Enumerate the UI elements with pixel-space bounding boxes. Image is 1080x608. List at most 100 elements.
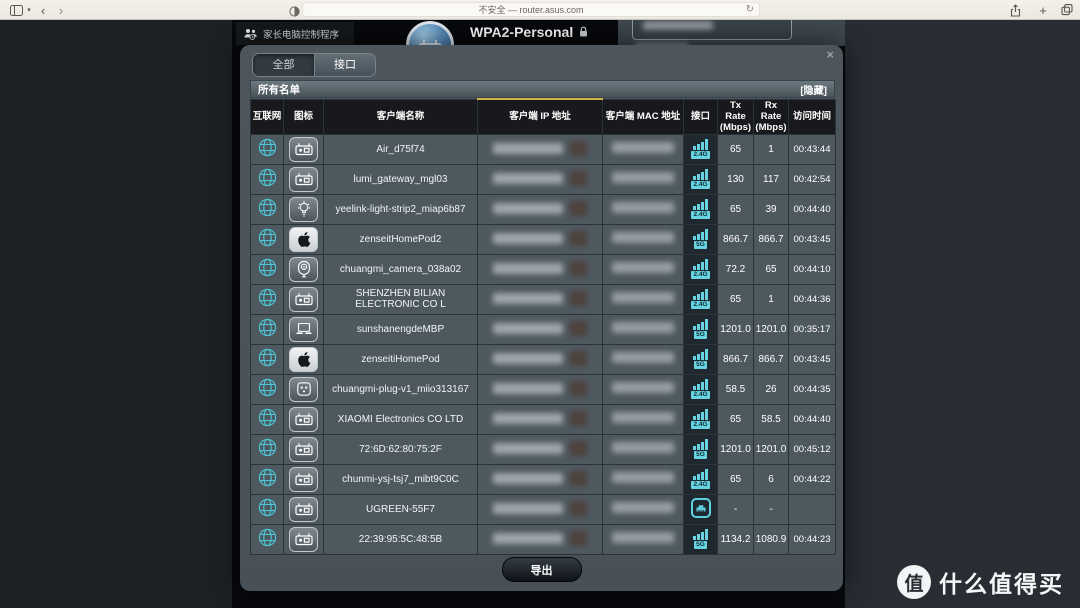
wifi-signal-icon: 5G xyxy=(688,349,714,369)
client-row[interactable]: zenseitiHomePod5G866.7866.700:43:45 xyxy=(251,344,836,374)
wired-lan-icon xyxy=(690,497,712,519)
reload-icon[interactable]: ↻ xyxy=(746,4,754,15)
lock-icon xyxy=(578,26,589,38)
ip-mode-badge-redacted xyxy=(570,201,587,216)
client-ip-redacted xyxy=(493,383,563,394)
signal-bars xyxy=(693,409,708,420)
privacy-shield-icon[interactable] xyxy=(289,4,300,15)
client-row[interactable]: chuangmi_camera_038a022.4G72.26500:44:10 xyxy=(251,254,836,284)
wifi-signal-icon: 2.4G xyxy=(688,199,714,219)
signal-bars xyxy=(693,289,708,300)
close-icon[interactable]: × xyxy=(826,47,834,62)
apple-icon xyxy=(289,227,318,252)
client-mac-redacted xyxy=(612,352,674,363)
col-client-ip[interactable]: 客户端 IP 地址 xyxy=(478,99,603,134)
client-mac-cell xyxy=(603,434,684,464)
url-bar[interactable]: 不安全 — router.asus.com ↻ xyxy=(302,2,760,17)
col-client-name[interactable]: 客户端名称 xyxy=(324,99,478,134)
client-row[interactable]: UGREEN-55F7-- xyxy=(251,494,836,524)
client-ip-redacted xyxy=(493,443,563,454)
client-mac-redacted xyxy=(612,202,674,213)
globe-icon[interactable] xyxy=(257,227,278,248)
client-mac-redacted xyxy=(612,412,674,423)
access-time: 00:44:40 xyxy=(789,404,836,434)
access-time: 00:43:44 xyxy=(789,134,836,164)
wifi-signal-icon: 2.4G xyxy=(688,259,714,279)
client-row[interactable]: lumi_gateway_mgl032.4G13011700:42:54 xyxy=(251,164,836,194)
globe-icon[interactable] xyxy=(257,287,278,308)
share-icon[interactable] xyxy=(1008,0,1022,20)
internet-cell xyxy=(251,284,284,314)
client-row[interactable]: yeelink-light-strip2_miap6b872.4G653900:… xyxy=(251,194,836,224)
interface-cell: 5G xyxy=(684,524,718,554)
band-badge: 2.4G xyxy=(691,271,709,279)
client-row[interactable]: Air_d75f742.4G65100:43:44 xyxy=(251,134,836,164)
band-badge: 5G xyxy=(694,451,707,459)
tx-rate: 1201.0 xyxy=(718,314,754,344)
section-title: 所有名单 xyxy=(258,82,300,97)
col-rx-rate[interactable]: Rx Rate (Mbps) xyxy=(754,99,789,134)
globe-icon[interactable] xyxy=(257,497,278,518)
col-access-time[interactable]: 访问时间 xyxy=(789,99,836,134)
client-name: XIAOMI Electronics CO LTD xyxy=(324,404,478,434)
client-mac-cell xyxy=(603,524,684,554)
client-row[interactable]: chuangmi-plug-v1_miio3131672.4G58.52600:… xyxy=(251,374,836,404)
signal-bars xyxy=(693,169,708,180)
client-row[interactable]: XIAOMI Electronics CO LTD2.4G6558.500:44… xyxy=(251,404,836,434)
client-row[interactable]: 22:39:95:5C:48:5B5G1134.21080.900:44:23 xyxy=(251,524,836,554)
globe-icon[interactable] xyxy=(257,317,278,338)
client-mac-redacted xyxy=(612,442,674,453)
tab-overview-icon[interactable] xyxy=(1060,0,1074,20)
client-row[interactable]: zenseitHomePod25G866.7866.700:43:45 xyxy=(251,224,836,254)
client-mac-cell xyxy=(603,314,684,344)
page-margin-left xyxy=(0,20,232,608)
client-row[interactable]: SHENZHEN BILIAN ELECTRONIC CO L2.4G65100… xyxy=(251,284,836,314)
globe-icon[interactable] xyxy=(257,257,278,278)
device-icon-cell xyxy=(284,404,324,434)
globe-icon[interactable] xyxy=(257,137,278,158)
sidebar-icon[interactable] xyxy=(8,0,24,20)
rx-rate: 1080.9 xyxy=(754,524,789,554)
rx-rate: 1201.0 xyxy=(754,314,789,344)
wifi-signal-icon: 2.4G xyxy=(688,289,714,309)
forward-button[interactable]: › xyxy=(54,0,68,20)
client-ip-redacted xyxy=(493,263,563,274)
client-ip-redacted xyxy=(493,473,563,484)
tab-interface[interactable]: 接口 xyxy=(314,54,375,76)
client-ip-redacted xyxy=(493,413,563,424)
access-time: 00:43:45 xyxy=(789,344,836,374)
client-ip-cell xyxy=(478,344,603,374)
client-row[interactable]: 72:6D:62:80:75:2F5G1201.01201.000:45:12 xyxy=(251,434,836,464)
globe-icon[interactable] xyxy=(257,467,278,488)
client-mac-redacted xyxy=(612,322,674,333)
client-mac-cell xyxy=(603,404,684,434)
client-row[interactable]: sunshanengdeMBP5G1201.01201.000:35:17 xyxy=(251,314,836,344)
back-button[interactable]: ‹ xyxy=(36,0,50,20)
client-name: chunmi-ysj-tsj7_mibt9C0C xyxy=(324,464,478,494)
table-header-row: 互联网 图标 客户端名称 客户端 IP 地址 客户端 MAC 地址 接口 Tx … xyxy=(251,99,836,134)
col-tx-rate[interactable]: Tx Rate (Mbps) xyxy=(718,99,754,134)
globe-icon[interactable] xyxy=(257,197,278,218)
globe-icon[interactable] xyxy=(257,167,278,188)
internet-cell xyxy=(251,344,284,374)
ip-mode-badge-redacted xyxy=(570,471,587,486)
client-table: 互联网 图标 客户端名称 客户端 IP 地址 客户端 MAC 地址 接口 Tx … xyxy=(250,98,836,555)
ip-mode-badge-redacted xyxy=(570,261,587,276)
export-button[interactable]: 导出 xyxy=(502,557,582,582)
tab-all[interactable]: 全部 xyxy=(253,54,314,76)
interface-cell: 2.4G xyxy=(684,404,718,434)
client-row[interactable]: chunmi-ysj-tsj7_mibt9C0C2.4G65600:44:22 xyxy=(251,464,836,494)
col-client-mac[interactable]: 客户端 MAC 地址 xyxy=(603,99,684,134)
globe-icon[interactable] xyxy=(257,527,278,548)
rx-rate: 1 xyxy=(754,284,789,314)
browser-toolbar: ▾ ‹ › 不安全 — router.asus.com ↻ + xyxy=(0,0,1080,20)
new-tab-icon[interactable]: + xyxy=(1036,0,1050,20)
globe-icon[interactable] xyxy=(257,437,278,458)
globe-icon[interactable] xyxy=(257,377,278,398)
sidebar-item-parental-control[interactable]: 家长电脑控制程序 xyxy=(236,22,354,45)
hide-link[interactable]: [隐藏] xyxy=(800,82,827,97)
chevron-down-icon[interactable]: ▾ xyxy=(24,0,34,20)
globe-icon[interactable] xyxy=(257,347,278,368)
globe-icon[interactable] xyxy=(257,407,278,428)
client-mac-redacted xyxy=(612,532,674,543)
